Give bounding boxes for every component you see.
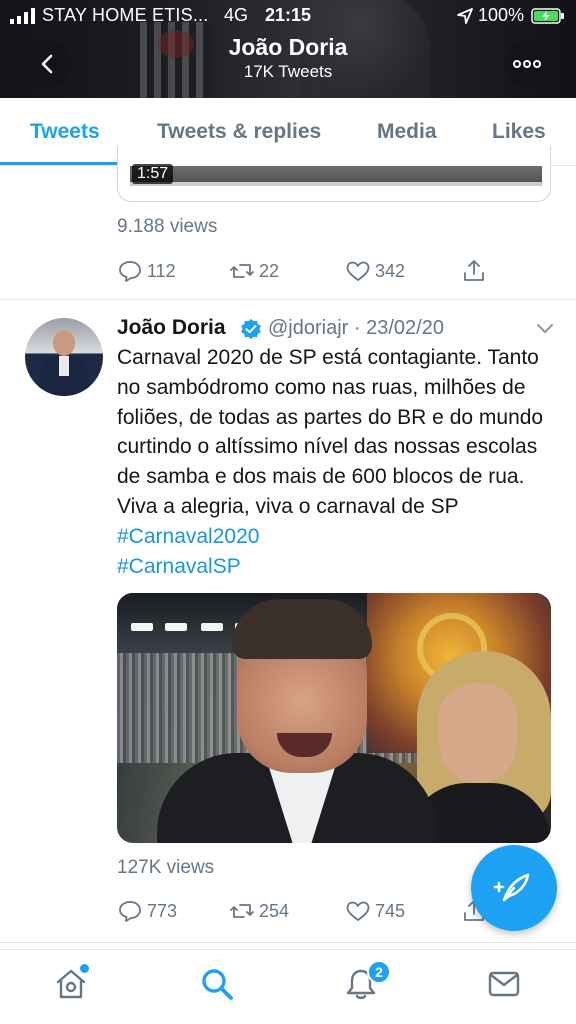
tweet-divider (0, 299, 576, 300)
view-count: 127K views (117, 857, 215, 878)
reply-icon (119, 901, 141, 922)
tab-tweets[interactable]: Tweets (30, 120, 100, 144)
tweet-author-name[interactable]: João Doria (117, 316, 226, 340)
nav-search[interactable] (197, 964, 237, 1004)
avatar[interactable] (25, 318, 103, 396)
hashtag-link[interactable]: #CarnavalSP (117, 555, 241, 578)
battery-percent: 100% (478, 5, 525, 25)
heart-icon (346, 901, 370, 921)
compose-feather-icon (493, 873, 530, 902)
clock: 21:15 (265, 5, 312, 25)
tweet-photo[interactable] (117, 593, 551, 843)
share-button[interactable] (461, 258, 491, 284)
retweet-count: 254 (259, 900, 290, 921)
carrier-name: STAY HOME ETIS... (42, 5, 209, 25)
reply-button[interactable]: 112 (117, 258, 176, 284)
status-bar: STAY HOME ETIS... 4G 21:15 100% (0, 0, 576, 32)
video-duration: 1:57 (132, 164, 174, 184)
verified-badge-icon (241, 319, 261, 339)
video-card[interactable]: 1:57 (117, 146, 551, 202)
like-count: 745 (375, 900, 406, 921)
tab-media[interactable]: Media (377, 120, 437, 144)
battery-charging-icon (531, 8, 564, 24)
tweet-handle-and-date: @jdoriajr · 23/02/20 (268, 317, 444, 339)
reply-count: 112 (147, 260, 176, 281)
tweet-actions: 773 254 745 (117, 898, 497, 926)
like-button[interactable]: 745 (345, 898, 405, 924)
like-count: 342 (375, 260, 406, 281)
reply-count: 773 (147, 900, 178, 921)
retweet-icon (230, 904, 254, 918)
header-tweet-count: 17K Tweets (243, 62, 333, 81)
heart-icon (346, 261, 370, 281)
more-options-button[interactable] (503, 40, 551, 88)
tweet-actions: 112 22 342 (117, 258, 497, 286)
like-button[interactable]: 342 (345, 258, 405, 284)
location-icon (457, 8, 473, 24)
view-count: 9.188 views (117, 216, 218, 237)
share-icon (464, 260, 484, 281)
reply-icon (119, 261, 141, 282)
notifications-badge: 2 (367, 960, 391, 984)
signal-icon (10, 8, 35, 24)
hashtag-link[interactable]: #Carnaval2020 (117, 525, 259, 548)
network-type: 4G (224, 5, 249, 25)
tweet-body: Carnaval 2020 de SP está contagiante. Ta… (117, 346, 544, 518)
retweet-button[interactable]: 254 (229, 898, 289, 924)
chevron-down-icon[interactable] (535, 320, 555, 336)
bottom-nav: 2 (0, 949, 576, 1024)
search-icon (202, 969, 233, 1000)
profile-header: STAY HOME ETIS... 4G 21:15 100% João Dor… (0, 0, 576, 98)
reply-button[interactable]: 773 (117, 898, 177, 924)
retweet-button[interactable]: 22 (229, 258, 279, 284)
retweet-icon (230, 264, 254, 278)
tab-tweets-and-replies[interactable]: Tweets & replies (157, 120, 321, 144)
tweet-divider (0, 942, 576, 943)
more-dots-icon (513, 60, 541, 68)
mail-icon (488, 971, 520, 997)
tweet-text: Carnaval 2020 de SP está contagiante. Ta… (117, 343, 557, 581)
compose-tweet-button[interactable] (471, 845, 557, 931)
tab-likes[interactable]: Likes (492, 120, 546, 144)
nav-messages[interactable] (484, 964, 524, 1004)
retweet-count: 22 (259, 260, 280, 281)
home-new-content-dot (80, 964, 89, 973)
header-profile-name: João Doria (228, 34, 348, 60)
video-progress-bar (130, 182, 542, 186)
